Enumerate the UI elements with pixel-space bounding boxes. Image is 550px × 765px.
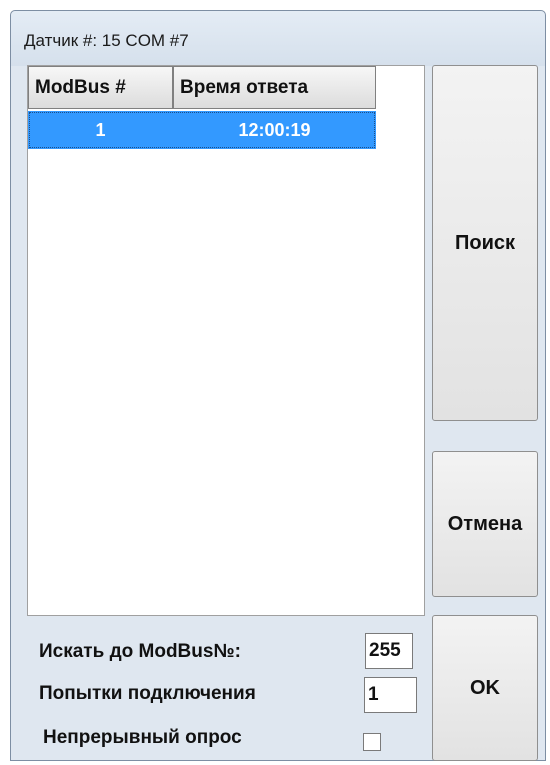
column-header-response-time[interactable]: Время ответа [173,66,376,109]
attempts-label: Попытки подключения [39,683,256,704]
search-up-to-label: Искать до ModBus№: [39,641,241,662]
attempts-input[interactable]: 1 [364,677,417,713]
cancel-button[interactable]: Отмена [432,451,538,597]
column-header-modbus[interactable]: ModBus # [28,66,173,109]
ok-button[interactable]: OK [432,615,538,761]
cell-response-time: 12:00:19 [238,120,311,140]
search-button[interactable]: Поиск [432,65,538,421]
cell-modbus: 1 [95,120,106,140]
continuous-poll-checkbox[interactable] [363,733,381,751]
continuous-poll-label: Непрерывный опрос [43,727,242,748]
results-list[interactable]: ModBus # Время ответа 1 12:00:19 [27,65,425,616]
dialog-window: Датчик #: 15 COM #7 ModBus # Время ответ… [10,10,546,761]
window-title: Датчик #: 15 COM #7 [24,31,189,50]
table-row[interactable]: 1 12:00:19 [28,111,376,149]
list-header: ModBus # Время ответа [28,66,424,111]
title-bar[interactable]: Датчик #: 15 COM #7 [11,11,545,66]
search-up-to-input[interactable]: 255 [365,633,413,669]
